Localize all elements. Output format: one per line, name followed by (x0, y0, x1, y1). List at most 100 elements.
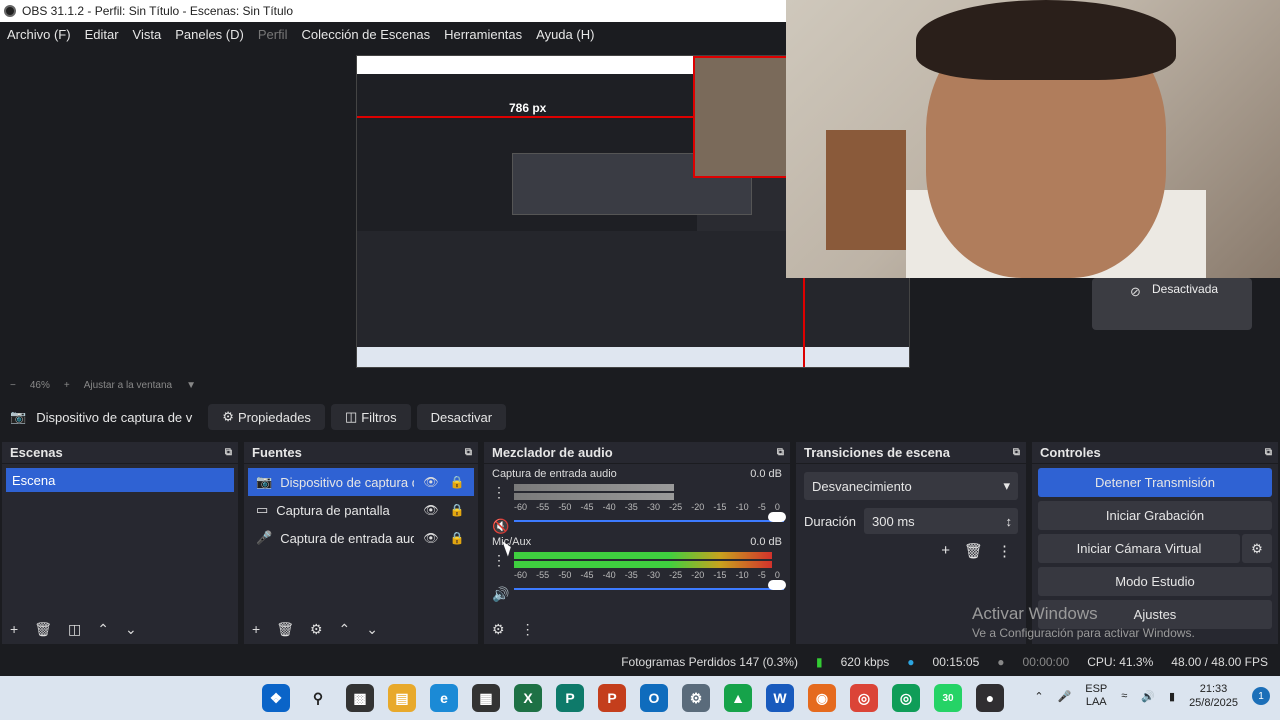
clock-time: 21:33 (1199, 683, 1228, 695)
zoom-out-button[interactable]: − (10, 380, 16, 391)
signal-bars-icon: ▮ (815, 655, 823, 669)
tick-label: -20 (691, 502, 705, 512)
tick-label: -45 (580, 570, 594, 580)
chevron-down-icon[interactable]: ⌄ (366, 621, 378, 638)
outlook-icon[interactable]: O (640, 684, 668, 712)
filter-icon[interactable]: ◫ (68, 621, 81, 638)
search-icon[interactable]: ⚲ (304, 684, 332, 712)
fit-window-option[interactable]: Ajustar a la ventana (84, 380, 172, 391)
chrome-profile-icon[interactable]: ◎ (892, 684, 920, 712)
zoom-in-button[interactable]: + (64, 380, 70, 391)
menu-vista[interactable]: Vista (126, 27, 169, 42)
virtual-camera-button[interactable]: Iniciar Cámara Virtual (1038, 534, 1240, 563)
trash-icon[interactable]: 🗑 (964, 542, 983, 560)
add-icon[interactable]: + (252, 621, 260, 637)
task-view-icon[interactable]: ▩ (346, 684, 374, 712)
transition-select[interactable]: Desvanecimiento ▾ (804, 472, 1018, 500)
wifi-icon[interactable]: ≈ (1121, 690, 1127, 702)
whatsapp-icon[interactable]: 30 (934, 684, 962, 712)
windows-start-icon[interactable]: ❖ (262, 684, 290, 712)
slider-handle[interactable] (768, 512, 786, 522)
word-icon[interactable]: W (766, 684, 794, 712)
add-icon[interactable]: + (941, 542, 950, 560)
advanced-audio-icon[interactable]: ⚙ (492, 621, 505, 638)
tick-label: -55 (536, 570, 550, 580)
sources-footer: + 🗑 ⚙ ⌃ ⌄ (244, 614, 478, 644)
undock-icon[interactable]: ⧉ (1265, 447, 1272, 458)
more-options-icon[interactable]: ⋮ (492, 552, 506, 569)
menu-ayuda[interactable]: Ayuda (H) (529, 27, 601, 42)
language-indicator[interactable]: ESP LAA (1085, 683, 1107, 709)
duration-input[interactable]: 300 ms ↕ (864, 508, 1018, 534)
virtual-camera-settings-button[interactable]: ⚙ (1242, 534, 1272, 563)
measure-label: 786 px (509, 101, 547, 115)
clock[interactable]: 21:33 25/8/2025 (1189, 682, 1238, 710)
tick-label: -40 (602, 570, 616, 580)
chevron-down-icon[interactable]: ⌄ (125, 621, 137, 638)
menu-paneles[interactable]: Paneles (D) (168, 27, 251, 42)
trash-icon[interactable]: 🗑 (34, 621, 52, 638)
lock-icon[interactable]: 🔒 (448, 475, 466, 489)
menu-coleccion-escenas[interactable]: Colección de Escenas (294, 27, 437, 42)
chevron-down-icon[interactable]: ▼ (186, 380, 196, 391)
undock-icon[interactable]: ⧉ (225, 447, 232, 458)
gear-icon[interactable]: ⚙ (310, 621, 323, 638)
source-item[interactable]: 🎤 Captura de entrada audio 👁 🔒 (248, 524, 474, 552)
edge-icon[interactable]: e (430, 684, 458, 712)
lock-icon[interactable]: 🔒 (448, 531, 466, 545)
channel-name: Mic/Aux (492, 536, 532, 548)
excel-icon[interactable]: X (514, 684, 542, 712)
filters-button[interactable]: ◫ Filtros (330, 404, 411, 430)
eye-icon[interactable]: 👁 (422, 531, 440, 545)
eye-icon[interactable]: 👁 (422, 503, 440, 517)
start-recording-button[interactable]: Iniciar Grabación (1038, 501, 1272, 530)
more-options-icon[interactable]: ⋮ (492, 484, 506, 501)
store-icon[interactable]: ▦ (472, 684, 500, 712)
menu-archivo[interactable]: Archivo (F) (0, 27, 78, 42)
volume-slider[interactable] (514, 512, 786, 522)
publisher-icon[interactable]: P (556, 684, 584, 712)
lock-icon[interactable]: 🔒 (448, 503, 466, 517)
studio-mode-button[interactable]: Modo Estudio (1038, 567, 1272, 596)
menu-editar[interactable]: Editar (78, 27, 126, 42)
volume-icon[interactable]: 🔊 (1141, 690, 1155, 703)
green-app-icon[interactable]: ▲ (724, 684, 752, 712)
deactivate-button[interactable]: Desactivar (416, 404, 507, 430)
properties-button[interactable]: ⚙ Propiedades (208, 404, 325, 430)
add-icon[interactable]: + (10, 621, 18, 637)
microphone-icon[interactable]: 🎤 (1058, 690, 1072, 703)
scene-item[interactable]: Escena (6, 468, 234, 492)
chevron-up-icon[interactable]: ⌃ (339, 621, 351, 638)
deactivate-label: Desactivar (430, 409, 493, 425)
eye-icon[interactable]: 👁 (422, 475, 440, 489)
file-explorer-icon[interactable]: ▤ (388, 684, 416, 712)
undock-icon[interactable]: ⧉ (465, 447, 472, 458)
source-item[interactable]: ▭ Captura de pantalla 👁 🔒 (248, 496, 474, 524)
battery-icon[interactable]: ▮ (1169, 690, 1175, 703)
chevron-up-icon[interactable]: ⌃ (97, 621, 109, 638)
firefox-icon[interactable]: ◉ (808, 684, 836, 712)
menu-herramientas[interactable]: Herramientas (437, 27, 529, 42)
settings-app-icon[interactable]: ⚙ (682, 684, 710, 712)
spinner-icon[interactable]: ↕ (1006, 514, 1013, 529)
chevron-up-icon[interactable]: ⌃ (1034, 690, 1043, 703)
undock-icon[interactable]: ⧉ (1013, 447, 1020, 458)
slider-handle[interactable] (768, 580, 786, 590)
speaker-icon[interactable]: 🔊 (492, 586, 509, 603)
trash-icon[interactable]: 🗑 (276, 621, 294, 638)
filters-label: Filtros (361, 409, 397, 425)
volume-slider[interactable] (514, 580, 786, 590)
more-options-icon[interactable]: ⋮ (521, 621, 535, 638)
obs-taskbar-icon[interactable]: ● (976, 684, 1004, 712)
chevron-down-icon: ▾ (1003, 478, 1010, 493)
background-clothes (826, 130, 906, 250)
controls-title: Controles (1040, 445, 1101, 460)
webcam-capture-source[interactable] (786, 0, 1280, 278)
stop-stream-button[interactable]: Detener Transmisión (1038, 468, 1272, 497)
undock-icon[interactable]: ⧉ (777, 447, 784, 458)
powerpoint-icon[interactable]: P (598, 684, 626, 712)
notification-badge[interactable]: 1 (1252, 687, 1270, 705)
chrome-icon[interactable]: ◎ (850, 684, 878, 712)
more-options-icon[interactable]: ⋮ (997, 542, 1012, 560)
source-item[interactable]: 📷 Dispositivo de captura de v 👁 🔒 (248, 468, 474, 496)
